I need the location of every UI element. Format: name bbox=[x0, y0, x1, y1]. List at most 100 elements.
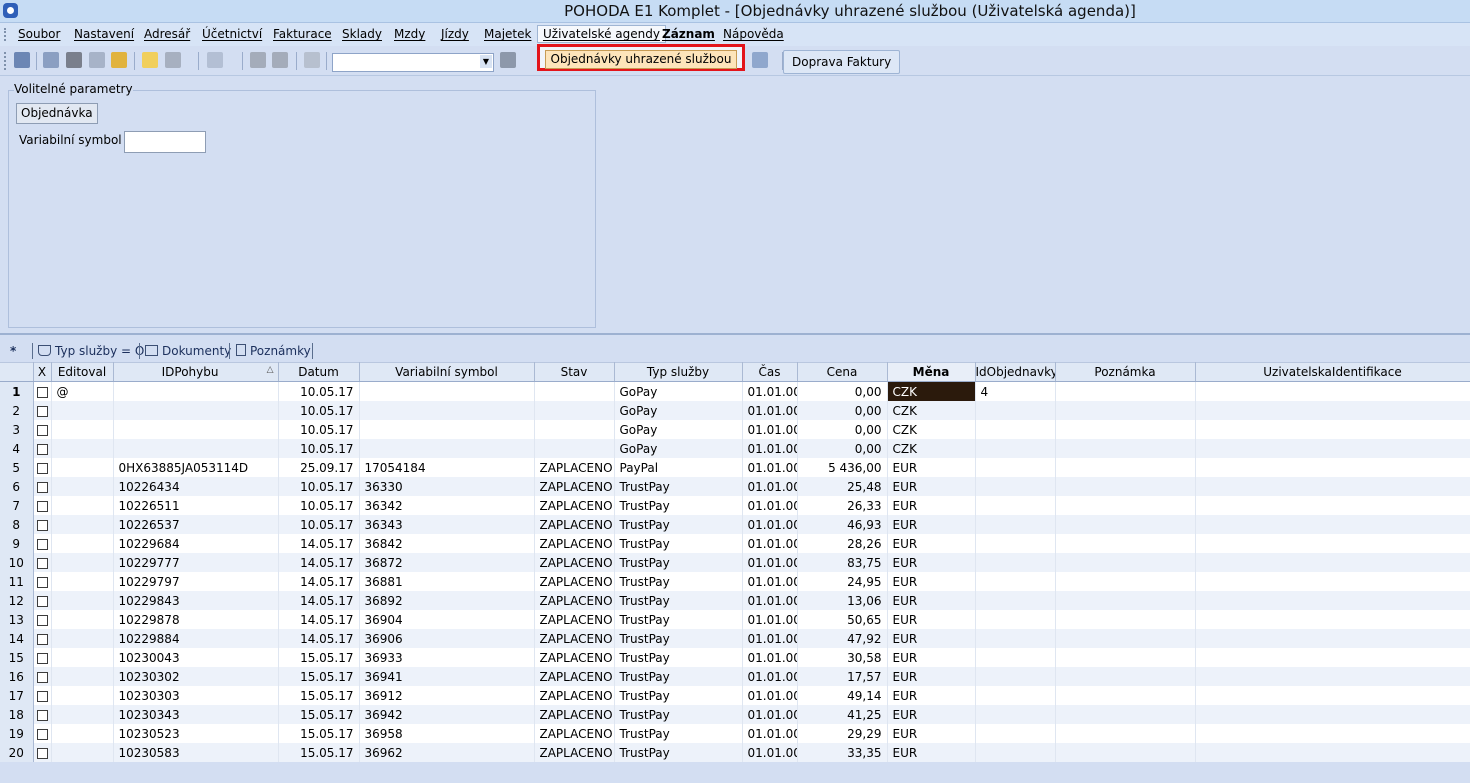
row-checkbox[interactable] bbox=[36, 424, 48, 436]
variabilni-symbol-input[interactable] bbox=[124, 131, 206, 153]
cell-datum[interactable]: 15.05.17 bbox=[278, 648, 360, 667]
cell-uzivatelska-identifikace[interactable] bbox=[1195, 667, 1470, 686]
table-row[interactable]: 4 10.05.17 GoPay 01.01.00 0,00 CZK bbox=[0, 439, 1470, 458]
cell-mena[interactable]: EUR bbox=[887, 572, 976, 591]
cell-datum[interactable]: 25.09.17 bbox=[278, 458, 360, 477]
menu-napoveda[interactable]: Nápověda bbox=[718, 26, 789, 42]
cell-stav[interactable]: ZAPLACENO bbox=[534, 686, 615, 705]
table-row[interactable]: 9 10229684 14.05.17 36842 ZAPLACENO TrustPay 0… bbox=[0, 534, 1470, 553]
cell-datum[interactable]: 10.05.17 bbox=[278, 439, 360, 458]
cell-mena[interactable]: EUR bbox=[887, 553, 976, 572]
cell-x[interactable] bbox=[33, 629, 52, 648]
cell-x[interactable] bbox=[33, 515, 52, 534]
cell-stav[interactable]: ZAPLACENO bbox=[534, 553, 615, 572]
col-header-editoval[interactable]: Editoval bbox=[51, 362, 114, 382]
cell-cena[interactable]: 24,95 bbox=[797, 572, 888, 591]
cell-cas[interactable]: 01.01.00 bbox=[742, 420, 798, 439]
cell-datum[interactable]: 14.05.17 bbox=[278, 572, 360, 591]
cell-cas[interactable]: 01.01.00 bbox=[742, 572, 798, 591]
cell-cas[interactable]: 01.01.00 bbox=[742, 724, 798, 743]
cell-cena[interactable]: 50,65 bbox=[797, 610, 888, 629]
cell-uzivatelska-identifikace[interactable] bbox=[1195, 439, 1470, 458]
menu-sklady[interactable]: Sklady bbox=[337, 26, 387, 42]
cell-datum[interactable]: 10.05.17 bbox=[278, 477, 360, 496]
table-row[interactable]: 1 @10.05.17 GoPay 01.01.00 0,00 CZK 4 bbox=[0, 381, 1470, 401]
cell-row-number[interactable]: 12 bbox=[0, 591, 34, 610]
cell-cas[interactable]: 01.01.00 bbox=[742, 401, 798, 420]
cell-cas[interactable]: 01.01.00 bbox=[742, 686, 798, 705]
cell-stav[interactable] bbox=[534, 439, 615, 458]
cell-typ-sluzby[interactable]: TrustPay bbox=[614, 705, 743, 724]
cell-variabilni-symbol[interactable]: 36892 bbox=[359, 591, 535, 610]
cell-mena[interactable]: EUR bbox=[887, 477, 976, 496]
row-checkbox[interactable] bbox=[36, 690, 48, 702]
cell-editoval[interactable] bbox=[51, 401, 114, 420]
row-checkbox[interactable] bbox=[36, 576, 48, 588]
objednavka-button[interactable]: Objednávka bbox=[16, 103, 98, 124]
cell-datum[interactable]: 14.05.17 bbox=[278, 629, 360, 648]
cell-stav[interactable]: ZAPLACENO bbox=[534, 724, 615, 743]
cell-uzivatelska-identifikace[interactable] bbox=[1195, 629, 1470, 648]
cell-id-pohybu[interactable]: 10229797 bbox=[113, 572, 279, 591]
cell-poznamka[interactable] bbox=[1055, 515, 1196, 534]
row-checkbox[interactable] bbox=[36, 652, 48, 664]
tab-poznamky[interactable]: Poznámky bbox=[236, 342, 311, 360]
cell-cena[interactable]: 33,35 bbox=[797, 743, 888, 762]
cell-cas[interactable]: 01.01.00 bbox=[742, 496, 798, 515]
cell-row-number[interactable]: 18 bbox=[0, 705, 34, 724]
cell-cena[interactable]: 0,00 bbox=[797, 439, 888, 458]
row-checkbox[interactable] bbox=[36, 633, 48, 645]
cell-id-objednavky[interactable] bbox=[975, 534, 1056, 553]
col-header-uzivatelska-identifikace[interactable]: UzivatelskaIdentifikace bbox=[1195, 362, 1470, 382]
cell-typ-sluzby[interactable]: TrustPay bbox=[614, 477, 743, 496]
cell-uzivatelska-identifikace[interactable] bbox=[1195, 610, 1470, 629]
tab-dokumenty[interactable]: Dokumenty bbox=[145, 342, 231, 360]
cell-cas[interactable]: 01.01.00 bbox=[742, 610, 798, 629]
cell-datum[interactable]: 15.05.17 bbox=[278, 667, 360, 686]
menu-soubor[interactable]: Soubor bbox=[13, 26, 65, 42]
col-header-variabilni-symbol[interactable]: Variabilní symbol bbox=[359, 362, 535, 382]
cell-id-objednavky[interactable] bbox=[975, 496, 1056, 515]
cell-editoval[interactable] bbox=[51, 534, 114, 553]
col-header-poznamka[interactable]: Poznámka bbox=[1055, 362, 1196, 382]
cell-row-number[interactable]: 1 bbox=[0, 381, 34, 401]
cell-typ-sluzby[interactable]: GoPay bbox=[614, 439, 743, 458]
menu-jizdy[interactable]: Jízdy bbox=[436, 26, 474, 42]
cell-typ-sluzby[interactable]: TrustPay bbox=[614, 515, 743, 534]
cell-x[interactable] bbox=[33, 591, 52, 610]
cell-poznamka[interactable] bbox=[1055, 572, 1196, 591]
cell-stav[interactable]: ZAPLACENO bbox=[534, 629, 615, 648]
cell-poznamka[interactable] bbox=[1055, 401, 1196, 420]
row-checkbox[interactable] bbox=[36, 386, 48, 398]
table-row[interactable]: 10 10229777 14.05.17 36872 ZAPLACENO TrustPay… bbox=[0, 553, 1470, 572]
cell-x[interactable] bbox=[33, 401, 52, 420]
menu-grip-icon[interactable] bbox=[4, 28, 8, 41]
cell-typ-sluzby[interactable]: GoPay bbox=[614, 420, 743, 439]
duplicate-icon[interactable] bbox=[304, 52, 320, 68]
col-header-x[interactable]: X bbox=[33, 362, 52, 382]
cell-editoval[interactable] bbox=[51, 477, 114, 496]
cell-id-pohybu[interactable]: 10226511 bbox=[113, 496, 279, 515]
col-header-stav[interactable]: Stav bbox=[534, 362, 615, 382]
cell-id-objednavky[interactable] bbox=[975, 439, 1056, 458]
cell-stav[interactable]: ZAPLACENO bbox=[534, 705, 615, 724]
edit-record-icon[interactable] bbox=[165, 52, 181, 68]
cell-id-objednavky[interactable] bbox=[975, 686, 1056, 705]
table-row[interactable]: 15 10230043 15.05.17 36933 ZAPLACENO TrustPay… bbox=[0, 648, 1470, 667]
save-icon[interactable] bbox=[250, 52, 266, 68]
cell-cena[interactable]: 26,33 bbox=[797, 496, 888, 515]
cell-mena[interactable]: EUR bbox=[887, 496, 976, 515]
cell-uzivatelska-identifikace[interactable] bbox=[1195, 458, 1470, 477]
cell-row-number[interactable]: 16 bbox=[0, 667, 34, 686]
cell-cena[interactable]: 29,29 bbox=[797, 724, 888, 743]
cell-id-pohybu[interactable]: 10229884 bbox=[113, 629, 279, 648]
cell-mena[interactable]: EUR bbox=[887, 515, 976, 534]
cell-cena[interactable]: 83,75 bbox=[797, 553, 888, 572]
cell-typ-sluzby[interactable]: TrustPay bbox=[614, 553, 743, 572]
table-row[interactable]: 18 10230343 15.05.17 36942 ZAPLACENO TrustPay… bbox=[0, 705, 1470, 724]
cell-cena[interactable]: 49,14 bbox=[797, 686, 888, 705]
cell-id-objednavky[interactable] bbox=[975, 515, 1056, 534]
cell-x[interactable] bbox=[33, 496, 52, 515]
row-checkbox[interactable] bbox=[36, 557, 48, 569]
filter-combo[interactable]: ▼ bbox=[332, 53, 494, 72]
